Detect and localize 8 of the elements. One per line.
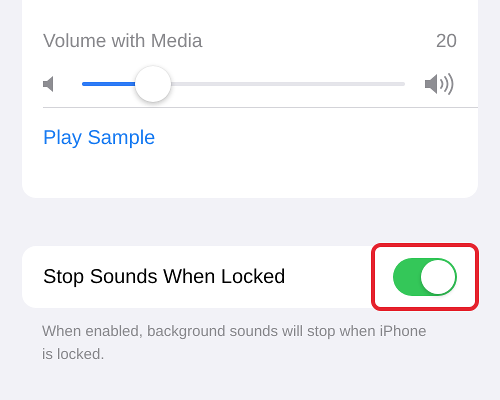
volume-label: Volume with Media <box>43 31 202 53</box>
footnote-text: When enabled, background sounds will stop when iPhone is locked. <box>42 322 428 365</box>
stop-sounds-label: Stop Sounds When Locked <box>43 266 286 288</box>
volume-slider[interactable] <box>82 65 405 103</box>
slider-thumb[interactable] <box>135 66 172 102</box>
toggle-switch[interactable] <box>393 258 457 296</box>
play-sample-link[interactable]: Play Sample <box>43 127 156 149</box>
volume-value: 20 <box>436 31 457 53</box>
